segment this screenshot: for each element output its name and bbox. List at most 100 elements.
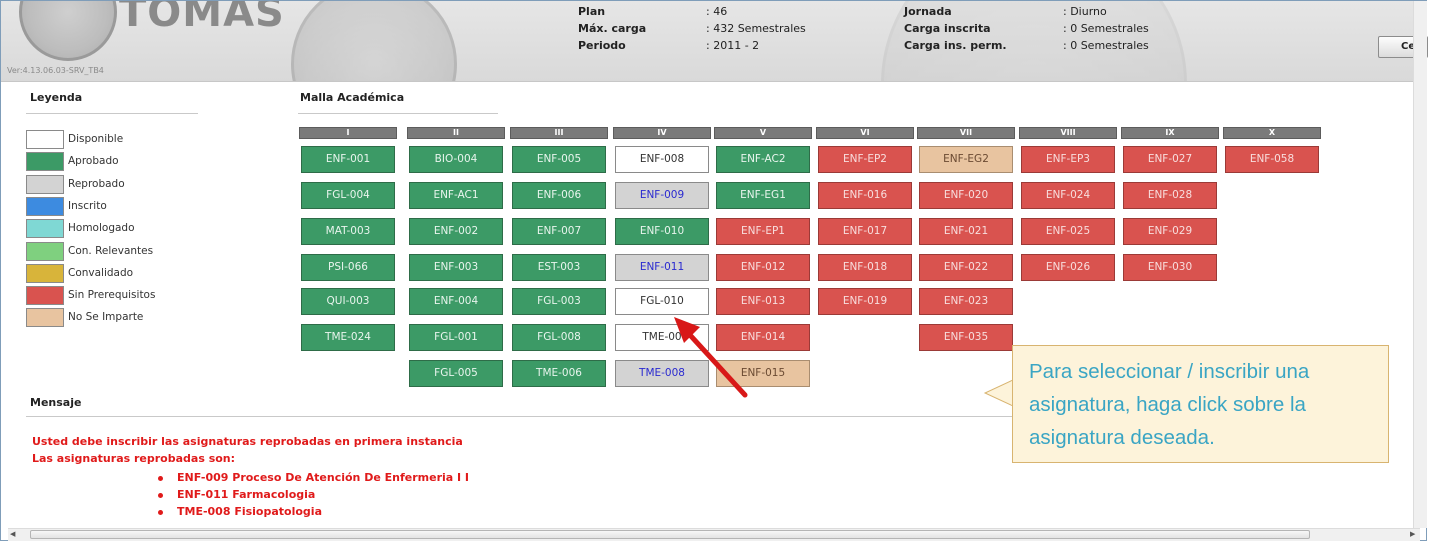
version-label: Ver:4.13.06.03-SRV_TB4: [7, 66, 104, 75]
course-cell[interactable]: ENF-008: [615, 146, 709, 173]
course-cell[interactable]: ENF-058: [1225, 146, 1319, 173]
course-cell[interactable]: ENF-028: [1123, 182, 1217, 209]
legend-item: No Se Imparte: [26, 308, 201, 329]
legend-item: Reprobado: [26, 174, 201, 196]
bullet-icon: [158, 493, 163, 498]
course-cell[interactable]: ENF-029: [1123, 218, 1217, 245]
message-divider: [26, 416, 1016, 417]
course-cell[interactable]: ENF-AC2: [716, 146, 810, 173]
legend-label: Disponible: [68, 133, 124, 145]
course-cell[interactable]: QUI-003: [301, 288, 395, 315]
course-cell[interactable]: ENF-001: [301, 146, 395, 173]
course-cell[interactable]: ENF-EP3: [1021, 146, 1115, 173]
semester-header: VII: [917, 127, 1015, 139]
course-cell[interactable]: ENF-011: [615, 254, 709, 281]
course-cell[interactable]: ENF-016: [818, 182, 912, 209]
horizontal-scrollbar[interactable]: ◀ ▶: [8, 528, 1420, 541]
logo-text: TOMÁS: [119, 1, 285, 36]
plan-value: : 46: [706, 5, 728, 18]
vertical-scrollbar[interactable]: [1413, 1, 1427, 528]
course-cell[interactable]: ENF-006: [512, 182, 606, 209]
scroll-left-icon[interactable]: ◀: [10, 530, 15, 538]
course-cell[interactable]: ENF-030: [1123, 254, 1217, 281]
course-cell[interactable]: BIO-004: [409, 146, 503, 173]
callout-pointer: [983, 379, 1015, 407]
legend-swatch: [26, 152, 64, 172]
course-cell[interactable]: ENF-AC1: [409, 182, 503, 209]
jornada-label: Jornada: [904, 5, 952, 18]
legend-swatch: [26, 286, 64, 306]
course-cell[interactable]: ENF-022: [919, 254, 1013, 281]
carga-inscrita-value: : 0 Semestrales: [1063, 22, 1149, 35]
message-line-2: Las asignaturas reprobadas son:: [32, 452, 236, 465]
course-cell[interactable]: ENF-021: [919, 218, 1013, 245]
university-seal-icon: [19, 1, 117, 61]
legend-item: Aprobado: [26, 152, 201, 173]
semester-header: X: [1223, 127, 1321, 139]
legend-label: Reprobado: [68, 177, 125, 190]
course-cell[interactable]: ENF-035: [919, 324, 1013, 351]
course-cell[interactable]: ENF-025: [1021, 218, 1115, 245]
bullet-icon: [158, 510, 163, 515]
legend-label: Inscrito: [68, 199, 107, 212]
semester-header: VIII: [1019, 127, 1117, 139]
course-cell[interactable]: FGL-001: [409, 324, 503, 351]
course-cell[interactable]: ENF-EP2: [818, 146, 912, 173]
bullet-icon: [158, 476, 163, 481]
legend-item: Inscrito: [26, 196, 201, 218]
course-cell[interactable]: ENF-EG1: [716, 182, 810, 209]
message-line-1: Usted debe inscribir las asignaturas rep…: [32, 435, 463, 448]
scrollbar-thumb[interactable]: [30, 530, 1310, 539]
legend-swatch: [26, 241, 64, 261]
course-cell[interactable]: ENF-003: [409, 254, 503, 281]
legend-label: Homologado: [68, 222, 135, 235]
scroll-right-icon[interactable]: ▶: [1410, 530, 1415, 538]
course-cell[interactable]: ENF-017: [818, 218, 912, 245]
legend-item: Sin Prerequisitos: [26, 286, 201, 307]
legend-item: Con. Relevantes: [26, 241, 201, 263]
course-cell[interactable]: ENF-EP1: [716, 218, 810, 245]
course-cell[interactable]: FGL-005: [409, 360, 503, 387]
course-cell[interactable]: PSI-066: [301, 254, 395, 281]
plan-label: Plan: [578, 5, 606, 18]
course-cell[interactable]: FGL-008: [512, 324, 606, 351]
course-cell[interactable]: ENF-012: [716, 254, 810, 281]
course-cell[interactable]: ENF-009: [615, 182, 709, 209]
course-cell[interactable]: EST-003: [512, 254, 606, 281]
course-cell[interactable]: ENF-020: [919, 182, 1013, 209]
legend-title: Leyenda: [30, 91, 83, 104]
max-carga-value: : 432 Semestrales: [706, 22, 806, 35]
course-cell[interactable]: TME-006: [512, 360, 606, 387]
carga-ins-perm-value: : 0 Semestrales: [1063, 39, 1149, 52]
course-cell[interactable]: ENF-023: [919, 288, 1013, 315]
course-cell[interactable]: ENF-024: [1021, 182, 1115, 209]
watermark-seal-icon: [291, 1, 457, 81]
course-cell[interactable]: ENF-005: [512, 146, 606, 173]
periodo-value: : 2011 - 2: [706, 39, 760, 52]
course-cell[interactable]: MAT-003: [301, 218, 395, 245]
course-cell[interactable]: ENF-026: [1021, 254, 1115, 281]
semester-header: IX: [1121, 127, 1219, 139]
semester-header: I: [299, 127, 397, 139]
carga-ins-perm-label: Carga ins. perm.: [904, 39, 1007, 52]
course-cell[interactable]: TME-024: [301, 324, 395, 351]
course-cell[interactable]: ENF-027: [1123, 146, 1217, 173]
course-cell[interactable]: ENF-019: [818, 288, 912, 315]
course-cell[interactable]: ENF-EG2: [919, 146, 1013, 173]
course-cell[interactable]: FGL-003: [512, 288, 606, 315]
course-cell[interactable]: ENF-010: [615, 218, 709, 245]
course-cell[interactable]: FGL-004: [301, 182, 395, 209]
legend-label: Convalidado: [68, 266, 134, 279]
reprobada-item: ENF-009 Proceso De Atención De Enfermeri…: [177, 471, 470, 484]
semester-header: III: [510, 127, 608, 139]
course-cell[interactable]: ENF-004: [409, 288, 503, 315]
legend-swatch: [26, 219, 64, 239]
course-cell[interactable]: ENF-002: [409, 218, 503, 245]
course-cell[interactable]: ENF-007: [512, 218, 606, 245]
legend-swatch: [26, 174, 64, 194]
course-cell[interactable]: ENF-018: [818, 254, 912, 281]
legend-swatch: [26, 308, 64, 328]
help-callout: Para seleccionar / inscribir una asignat…: [1012, 345, 1389, 463]
legend-divider: [26, 113, 198, 114]
jornada-value: : Diurno: [1063, 5, 1107, 18]
